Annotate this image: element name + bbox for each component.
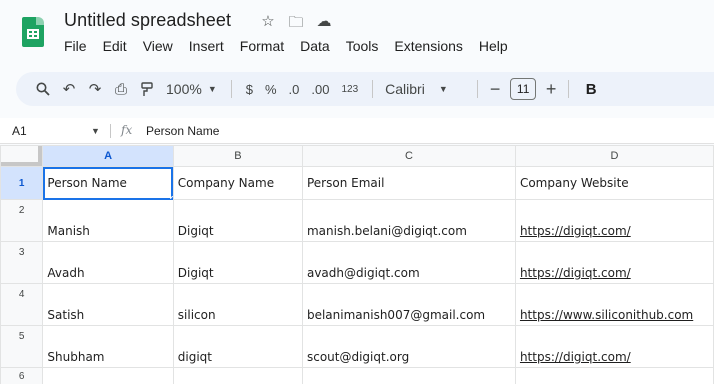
increase-decimal-button[interactable]: .00 xyxy=(305,77,335,101)
print-icon[interactable]: ⎙ xyxy=(108,77,134,101)
row-header-5[interactable]: 5 xyxy=(0,325,44,368)
cell-reference: A1 xyxy=(12,123,27,138)
grid-table: A B C D 1 Person Name Company Name Perso… xyxy=(0,145,714,384)
row-header-2[interactable]: 2 xyxy=(0,199,44,242)
cell-c3[interactable]: avadh@digiqt.com xyxy=(301,241,516,284)
cell-a4[interactable]: Satish xyxy=(42,283,174,326)
decrease-decimal-button[interactable]: .0 xyxy=(283,77,306,101)
row-header-3[interactable]: 3 xyxy=(0,241,44,284)
cell-c6[interactable] xyxy=(301,367,516,384)
spreadsheet-grid: A B C D 1 Person Name Company Name Perso… xyxy=(0,145,714,384)
cell-a5[interactable]: Shubham xyxy=(42,325,174,368)
cell-a6[interactable] xyxy=(42,367,174,384)
cell-d1[interactable]: Company Website xyxy=(514,166,714,200)
menu-file[interactable]: File xyxy=(56,38,95,54)
title-bar: Untitled spreadsheet ☆ 🗀 ☁ File Edit Vie… xyxy=(0,0,714,64)
title-actions: ☆ 🗀 ☁ xyxy=(259,12,333,37)
cloud-saved-icon[interactable]: ☁ xyxy=(315,12,333,37)
cell-b3[interactable]: Digiqt xyxy=(172,241,303,284)
formula-input[interactable]: Person Name xyxy=(146,124,219,138)
toolbar-divider xyxy=(568,80,570,98)
cell-c5[interactable]: scout@digiqt.org xyxy=(301,325,516,368)
document-title[interactable]: Untitled spreadsheet xyxy=(64,10,231,31)
select-all-corner[interactable] xyxy=(0,145,44,167)
cell-a3[interactable]: Avadh xyxy=(42,241,174,284)
row-header-4[interactable]: 4 xyxy=(0,283,44,326)
google-sheets-logo-icon[interactable] xyxy=(22,17,44,47)
table-row: 3 Avadh Digiqt avadh@digiqt.com https://… xyxy=(0,241,714,284)
redo-icon[interactable]: ↷ xyxy=(82,77,108,101)
menu-extensions[interactable]: Extensions xyxy=(386,38,470,54)
zoom-value: 100% xyxy=(166,81,202,97)
row-header-1[interactable]: 1 xyxy=(0,166,44,200)
formula-divider xyxy=(110,124,111,138)
menu-help[interactable]: Help xyxy=(471,38,516,54)
move-to-folder-icon[interactable]: 🗀 xyxy=(287,12,305,37)
more-formats-button[interactable]: 123 xyxy=(335,77,364,101)
toolbar-divider xyxy=(230,80,232,98)
table-row: 5 Shubham digiqt scout@digiqt.org https:… xyxy=(0,325,714,368)
font-size-input[interactable]: 11 xyxy=(510,78,537,100)
toolbar-divider xyxy=(372,80,374,98)
menu-insert[interactable]: Insert xyxy=(181,38,232,54)
menu-format[interactable]: Format xyxy=(232,38,292,54)
cell-d3[interactable]: https://digiqt.com/ xyxy=(514,241,714,284)
undo-icon[interactable]: ↶ xyxy=(56,77,82,101)
menu-edit[interactable]: Edit xyxy=(95,38,135,54)
paint-format-icon[interactable] xyxy=(134,77,160,101)
cell-b6[interactable] xyxy=(172,367,303,384)
cell-d5[interactable]: https://digiqt.com/ xyxy=(514,325,714,368)
zoom-select[interactable]: 100% ▼ xyxy=(160,77,223,101)
chevron-down-icon: ▼ xyxy=(207,84,217,94)
chevron-down-icon[interactable]: ▼ xyxy=(91,126,100,136)
menu-bar: File Edit View Insert Format Data Tools … xyxy=(56,38,516,54)
column-header-d[interactable]: D xyxy=(514,145,714,167)
cell-b1[interactable]: Company Name xyxy=(172,166,303,200)
font-value: Calibri xyxy=(385,81,425,97)
increase-font-size-button[interactable]: + xyxy=(542,77,560,101)
cell-c4[interactable]: belanimanish007@gmail.com xyxy=(301,283,516,326)
decrease-font-size-button[interactable]: − xyxy=(486,77,504,101)
cell-a2[interactable]: Manish xyxy=(42,199,174,242)
font-select[interactable]: Calibri ▼ xyxy=(381,77,469,101)
fill-handle[interactable] xyxy=(169,196,173,199)
format-percent-button[interactable]: % xyxy=(259,77,283,101)
cell-b4[interactable]: silicon xyxy=(172,283,303,326)
cell-c2[interactable]: manish.belani@digiqt.com xyxy=(301,199,516,242)
column-header-a[interactable]: A xyxy=(42,145,174,167)
cell-d2[interactable]: https://digiqt.com/ xyxy=(514,199,714,242)
formula-bar: A1 ▼ fx Person Name xyxy=(0,118,714,144)
table-row: 2 Manish Digiqt manish.belani@digiqt.com… xyxy=(0,199,714,242)
cell-d4[interactable]: https://www.siliconithub.com xyxy=(514,283,714,326)
row-header-6[interactable]: 6 xyxy=(0,367,44,384)
table-row: 1 Person Name Company Name Person Email … xyxy=(0,166,714,200)
menu-tools[interactable]: Tools xyxy=(338,38,387,54)
toolbar-divider xyxy=(477,80,479,98)
column-header-c[interactable]: C xyxy=(301,145,516,167)
name-box[interactable]: A1 ▼ xyxy=(0,118,100,143)
toolbar: ↶ ↷ ⎙ 100% ▼ $ % .0 .00 123 Calibri ▼ − … xyxy=(16,72,714,106)
table-row: 6 xyxy=(0,367,714,384)
menu-view[interactable]: View xyxy=(135,38,181,54)
cell-b5[interactable]: digiqt xyxy=(172,325,303,368)
menu-data[interactable]: Data xyxy=(292,38,338,54)
star-icon[interactable]: ☆ xyxy=(259,12,277,37)
cell-c1[interactable]: Person Email xyxy=(301,166,516,200)
cell-d6[interactable] xyxy=(514,367,714,384)
fx-icon: fx xyxy=(121,123,133,137)
search-menus-icon[interactable] xyxy=(30,77,56,101)
more-formats-label: 123 xyxy=(341,83,359,95)
chevron-down-icon: ▼ xyxy=(438,84,448,94)
column-header-b[interactable]: B xyxy=(172,145,303,167)
cell-a1[interactable]: Person Name xyxy=(42,166,174,200)
cell-a1-value: Person Name xyxy=(47,176,127,190)
format-currency-button[interactable]: $ xyxy=(240,77,259,101)
cell-b2[interactable]: Digiqt xyxy=(172,199,303,242)
bold-button[interactable]: B xyxy=(577,77,605,101)
table-row: 4 Satish silicon belanimanish007@gmail.c… xyxy=(0,283,714,326)
